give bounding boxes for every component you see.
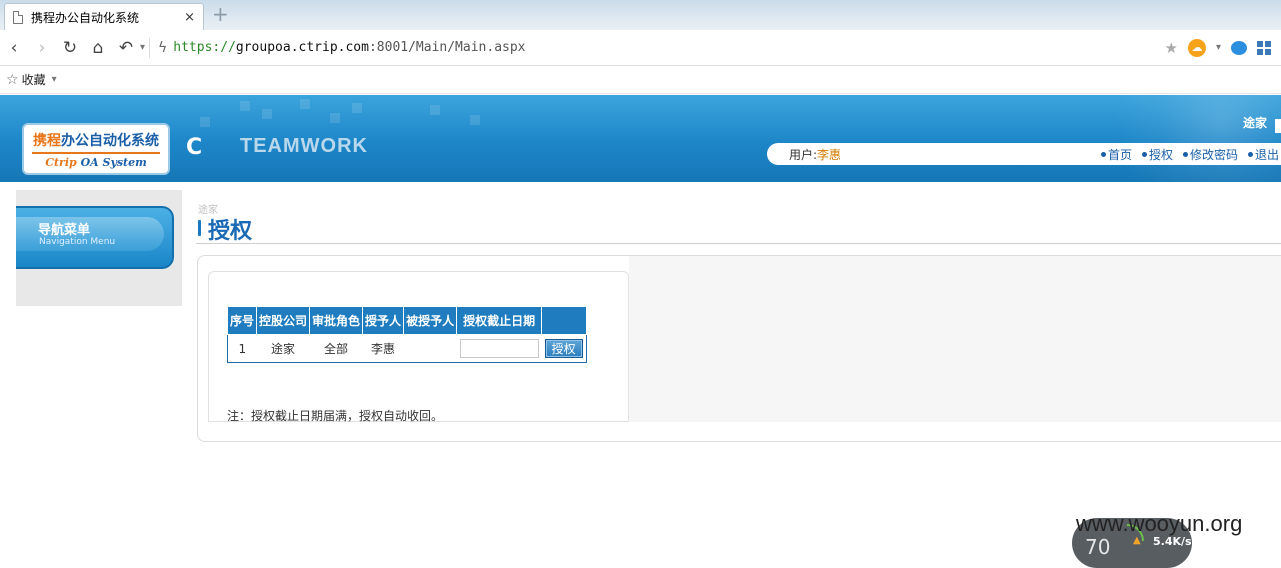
header-top-box[interactable] [1275, 119, 1281, 133]
bullet-icon [1182, 151, 1188, 157]
link-change-password[interactable]: 修改密码 [1182, 146, 1238, 163]
chat-icon[interactable] [1231, 40, 1247, 55]
authorization-table: 序号 控股公司 审批角色 授予人 被授予人 授权截止日期 1 途家 全部 李惠 … [226, 306, 587, 363]
watermark: www.wooyun.org [1076, 511, 1243, 536]
page-icon [13, 10, 23, 24]
back-icon[interactable]: ‹ [0, 34, 28, 62]
site-logo[interactable]: 携程办公自动化系统 Ctrip OA System [22, 123, 170, 175]
url-text: https://groupoa.ctrip.com:8001/Main/Main… [173, 40, 525, 55]
chevron-down-icon[interactable]: ▾ [52, 74, 57, 85]
bullet-icon [1247, 151, 1253, 157]
url-field[interactable]: ϟ https://groupoa.ctrip.com:8001/Main/Ma… [154, 35, 1164, 61]
col-grantee: 被授予人 [403, 306, 458, 335]
col-action [541, 306, 587, 335]
link-authorize[interactable]: 授权 [1141, 146, 1173, 163]
site-header: 携程办公自动化系统 Ctrip OA System C TEAMWORK 途家 … [0, 95, 1281, 182]
brand-c: C [186, 135, 203, 160]
col-deadline: 授权截止日期 [456, 306, 543, 335]
col-index: 序号 [226, 306, 258, 335]
browser-tab[interactable]: 携程办公自动化系统 × [4, 3, 204, 30]
undo-icon[interactable]: ↶ [112, 34, 140, 62]
url-scheme: https:// [173, 40, 236, 55]
toolbar-right: ★ ☁ ▾ [1165, 38, 1281, 57]
logo-rule [32, 151, 160, 154]
reload-icon[interactable]: ↻ [56, 34, 84, 62]
url-host: groupoa.ctrip.com [235, 40, 369, 55]
header-top-user: 途家 [1242, 116, 1267, 130]
header-decoration [1081, 95, 1281, 182]
grant-button[interactable]: 授权 [544, 339, 583, 358]
address-bar: ‹ › ↻ ⌂ ↶ ▾ ϟ https://groupoa.ctrip.com:… [0, 30, 1281, 66]
bookmark-star-icon[interactable]: ★ [1165, 39, 1178, 57]
cloud-icon[interactable]: ☁ [1187, 38, 1206, 57]
auth-note: 注：授权截止日期届满，授权自动收回。 [227, 409, 444, 423]
col-grantor: 授予人 [362, 306, 405, 335]
top-links: 首页 授权 修改密码 退出 [1100, 146, 1281, 163]
user-name: 李惠 [817, 147, 842, 162]
forward-icon[interactable]: › [28, 34, 56, 62]
favorites-star-icon: ☆ [6, 71, 19, 88]
col-role: 审批角色 [309, 306, 364, 335]
left-nav: 导航菜单 Navigation Menu [16, 190, 182, 306]
cell-deadline [457, 335, 542, 363]
apps-grid-icon[interactable] [1257, 40, 1271, 55]
content-panel-right [629, 256, 1281, 422]
favorites-button[interactable]: 收藏 [22, 71, 46, 88]
chevron-down-icon[interactable]: ▾ [140, 42, 145, 53]
favorites-bar: ☆ 收藏 ▾ [0, 66, 1281, 94]
divider [149, 37, 151, 58]
speed-value: 70 [1085, 535, 1111, 559]
chevron-down-icon[interactable]: ▾ [1216, 42, 1221, 53]
nav-menu-title: 导航菜单 [38, 223, 91, 238]
page-title-marker [198, 220, 201, 236]
bullet-icon [1100, 151, 1106, 157]
close-icon[interactable]: × [184, 10, 195, 25]
nav-menu-button[interactable]: 导航菜单 Navigation Menu [16, 206, 174, 269]
cell-action: 授权 [542, 335, 587, 363]
new-tab-icon[interactable]: + [212, 4, 229, 24]
tab-title: 携程办公自动化系统 [31, 10, 140, 25]
cell-grantor: 李惠 [371, 342, 396, 356]
home-icon[interactable]: ⌂ [84, 34, 112, 62]
link-logout[interactable]: 退出 [1247, 146, 1279, 163]
table-header-row: 序号 控股公司 审批角色 授予人 被授予人 授权截止日期 [226, 306, 587, 335]
url-path: :8001/Main/Main.aspx [368, 40, 526, 55]
deadline-date-input[interactable] [459, 339, 539, 358]
cell-role: 全部 [324, 342, 349, 356]
user-label: 用户: [789, 147, 818, 162]
cell-index: 1 [238, 341, 247, 356]
browser-tab-bar: 携程办公自动化系统 × + [0, 0, 1281, 30]
table-row: 1 途家 全部 李惠 授权 [228, 335, 587, 363]
link-home[interactable]: 首页 [1100, 146, 1132, 163]
title-divider [196, 243, 1281, 244]
brand-teamwork: TEAMWORK [240, 135, 368, 157]
user-strip: 用户: 李惠 首页 授权 修改密码 退出 [767, 143, 1281, 165]
bullet-icon [1141, 151, 1147, 157]
cell-grantee [404, 335, 457, 363]
cell-company: 途家 [271, 342, 296, 356]
page-title: 授权 [208, 219, 253, 244]
lightning-icon: ϟ [158, 39, 168, 56]
col-company: 控股公司 [256, 306, 311, 335]
nav-menu-subtitle: Navigation Menu [39, 237, 116, 247]
logo-en: Ctrip OA System [45, 155, 147, 169]
logo-cn: 携程办公自动化系统 [33, 132, 159, 149]
